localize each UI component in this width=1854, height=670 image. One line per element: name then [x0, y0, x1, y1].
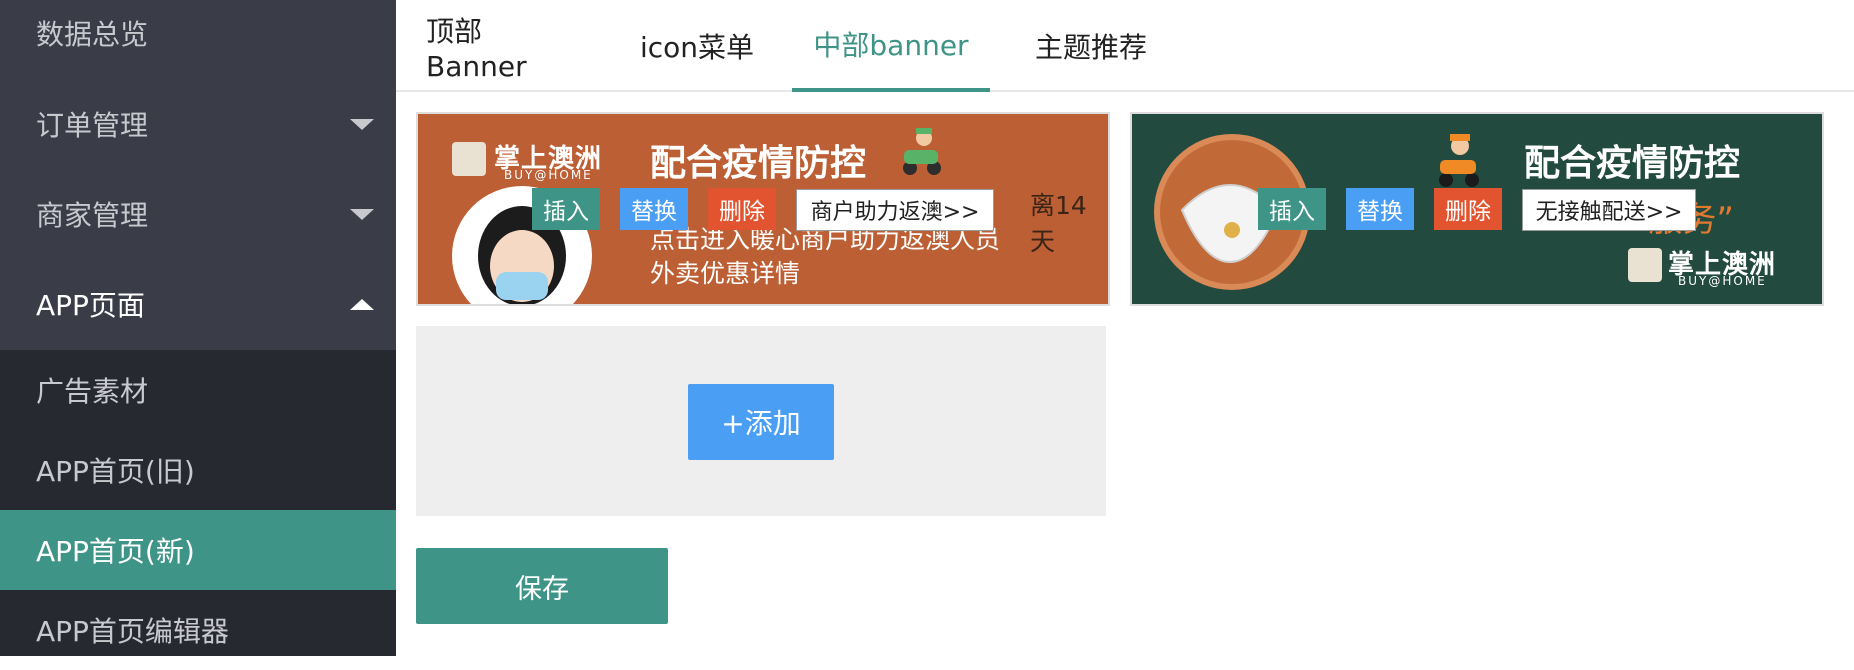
banner-text-line: 外卖优惠详情: [650, 259, 801, 288]
tab-top-banner[interactable]: 顶部Banner: [426, 0, 566, 92]
chevron-up-icon: [350, 298, 374, 310]
sidebar-item-merchants[interactable]: 商家管理: [0, 174, 396, 254]
logo-icon: [452, 142, 486, 176]
banner-headline: 配合疫情防控: [1524, 143, 1741, 184]
tab-icon-menu[interactable]: icon菜单: [636, 0, 758, 92]
banner-headline: 配合疫情防控: [650, 143, 867, 184]
banner-text-fragment: 离14天: [1030, 191, 1087, 256]
tab-label: 顶部Banner: [426, 14, 527, 83]
replace-button[interactable]: 替换: [620, 188, 688, 230]
chevron-down-icon: [350, 208, 374, 220]
logo-icon: [1628, 248, 1662, 282]
sidebar: 数据总览 订单管理 商家管理 APP页面 广告素材 APP首页(旧) APP首页…: [0, 0, 396, 656]
save-button[interactable]: 保存: [416, 548, 668, 624]
sidebar-item-label: 商家管理: [36, 199, 149, 232]
chevron-down-icon: [350, 118, 374, 130]
sidebar-item-app-pages[interactable]: APP页面: [0, 264, 396, 344]
tab-middle-banner[interactable]: 中部banner: [792, 0, 990, 92]
submenu: 广告素材 APP首页(旧) APP首页(新) APP首页编辑器: [0, 350, 396, 656]
delivery-rider-icon: [1439, 134, 1479, 187]
insert-button[interactable]: 插入: [1258, 188, 1326, 230]
sidebar-item-label: 订单管理: [36, 109, 149, 142]
sidebar-subitem-app-home-new[interactable]: APP首页(新): [0, 510, 396, 590]
tab-label: icon菜单: [639, 31, 755, 64]
tab-theme-recommend[interactable]: 主题推荐: [1030, 0, 1152, 92]
delivery-rider-icon: [903, 128, 941, 175]
sidebar-item-orders[interactable]: 订单管理: [0, 84, 396, 164]
sidebar-item-dashboard[interactable]: 数据总览: [0, 0, 396, 66]
banner-link-label[interactable]: 商户助力返澳>>: [796, 189, 994, 231]
delete-button[interactable]: 删除: [1434, 188, 1502, 230]
tab-bar: 顶部Banner icon菜单 中部banner 主题推荐: [396, 0, 1854, 92]
sidebar-subitem-label: APP首页(旧): [36, 455, 195, 488]
sidebar-subitem-label: APP首页(新): [36, 535, 195, 568]
tab-label: 中部banner: [813, 29, 969, 62]
sidebar-subitem-ad-assets[interactable]: 广告素材: [0, 350, 396, 430]
sidebar-subitem-app-home-old[interactable]: APP首页(旧): [0, 430, 396, 510]
add-button[interactable]: +添加: [688, 384, 834, 460]
logo-subtext: BUY@HOME: [504, 168, 593, 182]
sidebar-item-label: 数据总览: [36, 18, 149, 51]
replace-button[interactable]: 替换: [1346, 188, 1414, 230]
logo-subtext: BUY@HOME: [1678, 274, 1767, 288]
banner-link-label[interactable]: 无接触配送>>: [1522, 189, 1696, 231]
sidebar-subitem-label: 广告素材: [36, 375, 149, 408]
sidebar-subitem-app-home-editor[interactable]: APP首页编辑器: [0, 590, 396, 670]
tab-label: 主题推荐: [1034, 31, 1147, 64]
sidebar-item-label: APP页面: [36, 289, 145, 322]
delete-button[interactable]: 删除: [708, 188, 776, 230]
insert-button[interactable]: 插入: [532, 188, 600, 230]
sidebar-subitem-label: APP首页编辑器: [36, 615, 229, 648]
